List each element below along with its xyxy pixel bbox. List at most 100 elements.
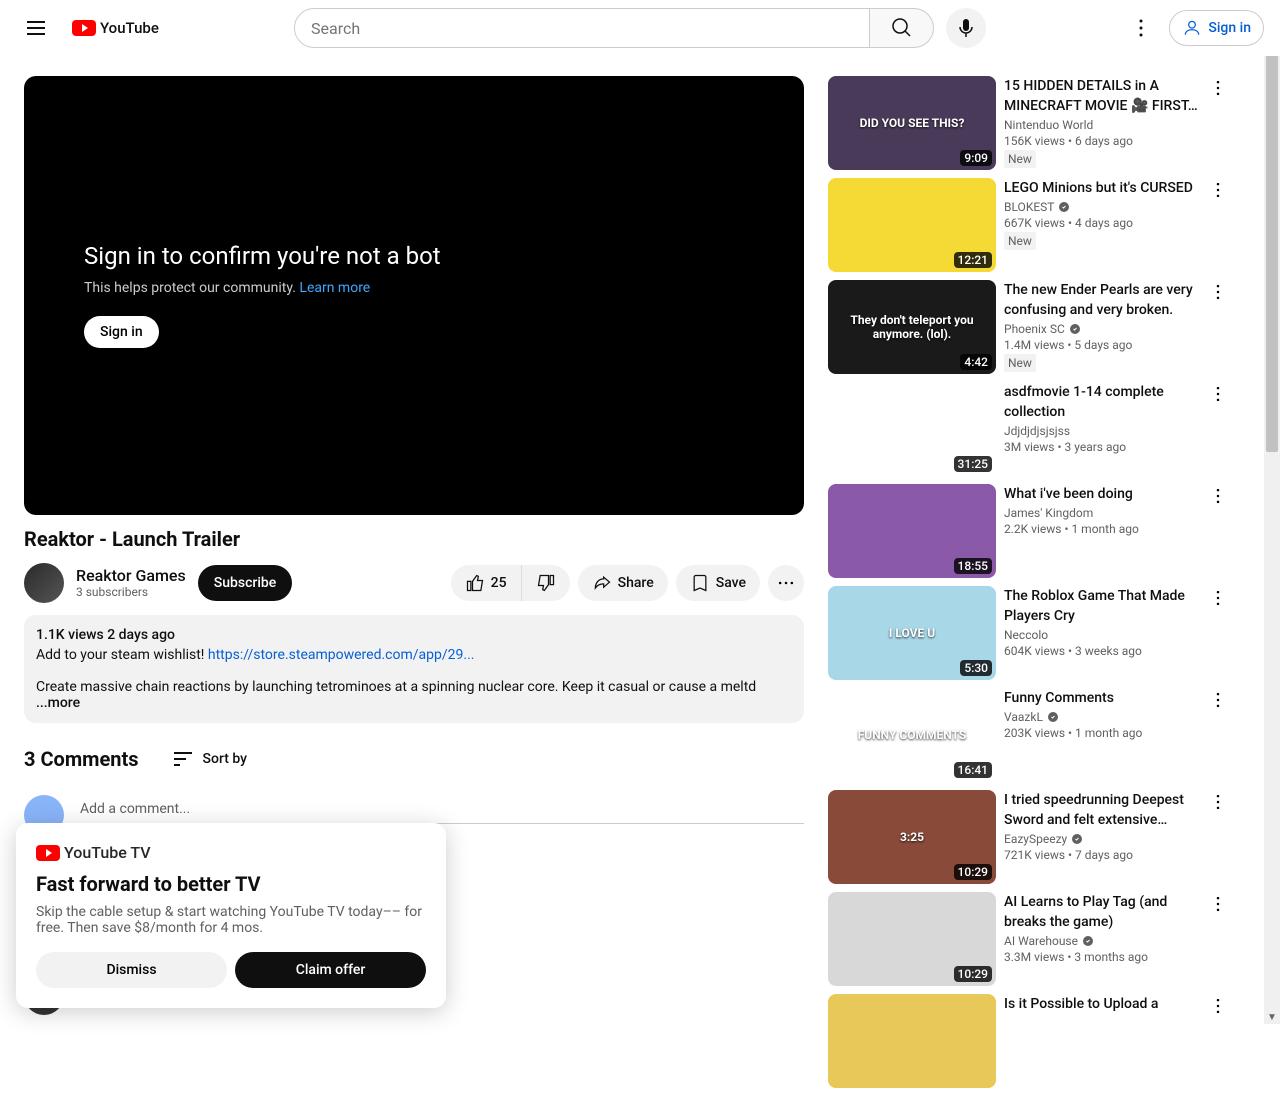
description-box[interactable]: 1.1K views 2 days ago Add to your steam … [24,615,804,723]
channel-name[interactable]: Reaktor Games [76,566,186,585]
search-button[interactable] [870,8,934,48]
recommendation-menu-button[interactable] [1206,382,1230,476]
recommendation-item[interactable]: I LOVE U 5:30 The Roblox Game That Made … [828,586,1230,680]
promo-claim-button[interactable]: Claim offer [235,952,426,988]
recommendation-info: asdfmovie 1-14 complete collection Jdjdj… [1004,382,1198,476]
recommendation-info: The Roblox Game That Made Players Cry Ne… [1004,586,1198,680]
share-button[interactable]: Share [578,565,668,601]
recommendation-item[interactable]: 18:55 What i've been doing James' Kingdo… [828,484,1230,578]
settings-button[interactable] [1121,8,1161,48]
recommendation-channel: Jdjdjdjsjsjss [1004,424,1198,438]
recommendation-channel: Nintenduo World [1004,118,1198,132]
recommendation-menu-button[interactable] [1206,280,1230,374]
recommendation-meta: 604K views • 3 weeks ago [1004,644,1198,658]
recommendation-item[interactable]: 31:25 asdfmovie 1-14 complete collection… [828,382,1230,476]
hamburger-menu-button[interactable] [16,8,56,48]
recommendation-thumbnail[interactable]: FUNNY COMMENTS 16:41 [828,688,996,782]
promo-title: Fast forward to better TV [36,872,426,896]
player-signin-button[interactable]: Sign in [84,316,159,348]
channel-avatar[interactable] [24,563,64,603]
youtube-tv-logo-icon [36,845,60,861]
kebab-icon [1208,996,1228,1016]
header-right: Sign in [1084,8,1264,48]
duration-badge: 9:09 [960,150,992,166]
sort-button[interactable]: Sort by [171,747,248,771]
recommendation-meta: 2.2K views • 1 month ago [1004,522,1198,536]
recommendation-title: I tried speedrunning Deepest Sword and f… [1004,790,1198,830]
recommendation-thumbnail[interactable]: 3:25 10:29 [828,790,996,884]
recommendation-item[interactable]: 10:29 AI Learns to Play Tag (and breaks … [828,892,1230,986]
youtube-logo-icon: YouTube [72,18,162,38]
save-label: Save [716,575,746,591]
recommendation-item[interactable]: DID YOU SEE THIS? 9:09 15 HIDDEN DETAILS… [828,76,1230,170]
recommendation-title: asdfmovie 1-14 complete collection [1004,382,1198,422]
recommendation-menu-button[interactable] [1206,178,1230,272]
recommendation-info: The new Ender Pearls are very confusing … [1004,280,1198,374]
search-input[interactable] [294,8,870,48]
recommendation-item[interactable]: 12:21 LEGO Minions but it's CURSED BLOKE… [828,178,1230,272]
voice-search-button[interactable] [946,8,986,48]
video-player[interactable]: Sign in to confirm you're not a bot This… [24,76,804,515]
recommendation-thumbnail[interactable]: I LOVE U 5:30 [828,586,996,680]
subscribe-button[interactable]: Subscribe [198,565,293,601]
sort-label: Sort by [203,751,248,767]
recommendation-item[interactable]: Is it Possible to Upload a [828,994,1230,1088]
recommendation-menu-button[interactable] [1206,688,1230,782]
recommendation-menu-button[interactable] [1206,790,1230,884]
like-count: 25 [491,575,507,591]
share-label: Share [618,575,654,591]
like-button[interactable]: 25 [451,565,522,601]
comment-input[interactable]: Add a comment... [80,795,804,824]
recommendation-item[interactable]: 3:25 10:29 I tried speedrunning Deepest … [828,790,1230,884]
recommendation-thumbnail[interactable]: 12:21 [828,178,996,272]
promo-logo: YouTube TV [36,843,426,862]
kebab-icon [1208,894,1228,914]
scrollbar[interactable]: ▲ ▼ [1264,0,1280,1024]
steam-link[interactable]: https://store.steampowered.com/app/29... [208,647,475,663]
youtube-logo[interactable]: YouTube [72,18,162,38]
recommendation-item[interactable]: FUNNY COMMENTS 16:41 Funny Comments Vaaz… [828,688,1230,782]
kebab-icon [1208,180,1228,200]
recommendation-meta: 3.3M views • 3 months ago [1004,950,1198,964]
save-button[interactable]: Save [676,565,760,601]
recommendation-thumbnail[interactable]: 10:29 [828,892,996,986]
recommendation-menu-button[interactable] [1206,892,1230,986]
menu-icon [24,16,48,40]
kebab-icon [1129,16,1153,40]
recommendation-item[interactable]: They don't teleport you anymore. (lol). … [828,280,1230,374]
kebab-icon [1208,384,1228,404]
recommendation-meta: 721K views • 7 days ago [1004,848,1198,862]
recommendation-menu-button[interactable] [1206,76,1230,170]
more-actions-button[interactable] [768,565,804,601]
learn-more-link[interactable]: Learn more [299,280,370,296]
recommendation-meta: 1.4M views • 5 days ago [1004,338,1198,352]
duration-badge: 10:29 [954,966,992,982]
ellipsis-icon [776,573,796,593]
thumbs-down-icon [536,573,556,593]
recommendation-info: Funny Comments VaazkL 203K views • 1 mon… [1004,688,1198,782]
scrollbar-down-arrow[interactable]: ▼ [1267,1012,1277,1022]
recommendation-thumbnail[interactable]: 18:55 [828,484,996,578]
recommendation-thumbnail[interactable]: DID YOU SEE THIS? 9:09 [828,76,996,170]
new-badge: New [1004,232,1036,250]
new-badge: New [1004,354,1036,372]
description-more-button[interactable]: ...more [36,695,80,711]
recommendation-thumbnail[interactable]: 31:25 [828,382,996,476]
recommendation-thumbnail[interactable]: They don't teleport you anymore. (lol). … [828,280,996,374]
header: YouTube Sign in [0,0,1280,56]
sort-icon [171,747,195,771]
recommendation-title: Is it Possible to Upload a [1004,994,1198,1014]
recommendation-menu-button[interactable] [1206,484,1230,578]
scrollbar-thumb[interactable] [1266,12,1278,452]
dislike-button[interactable] [522,565,570,601]
recommendation-title: AI Learns to Play Tag (and breaks the ga… [1004,892,1198,932]
signin-button[interactable]: Sign in [1169,10,1264,46]
video-title: Reaktor - Launch Trailer [24,527,804,551]
recommendation-channel: VaazkL [1004,710,1198,724]
recommendation-menu-button[interactable] [1206,586,1230,680]
promo-dismiss-button[interactable]: Dismiss [36,952,227,988]
recommendation-menu-button[interactable] [1206,994,1230,1088]
recommendation-thumbnail[interactable] [828,994,996,1088]
recommendation-channel: James' Kingdom [1004,506,1198,520]
duration-badge: 31:25 [954,456,992,472]
